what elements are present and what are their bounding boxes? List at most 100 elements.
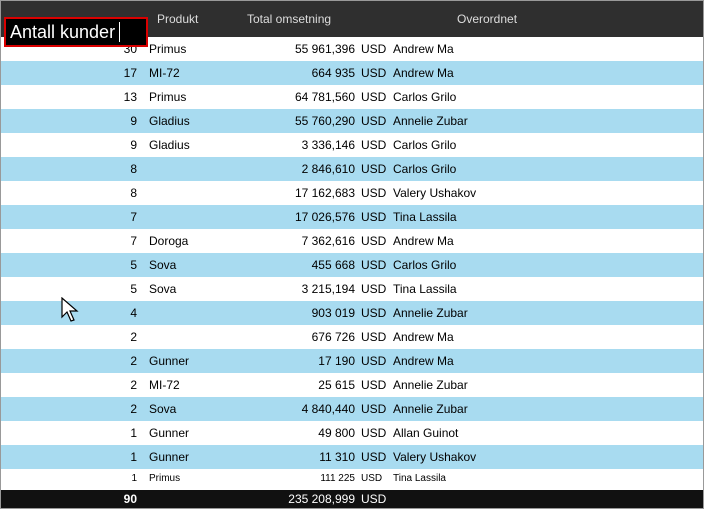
cell-count: 7: [1, 210, 149, 224]
cell-total: 3 336,146: [239, 138, 359, 152]
cell-currency: USD: [359, 306, 389, 320]
cell-count: 8: [1, 186, 149, 200]
table-row[interactable]: 7Doroga7 362,616USDAndrew Ma: [1, 229, 703, 253]
table-row[interactable]: 4903 019USDAnnelie Zubar: [1, 301, 703, 325]
table-row[interactable]: 2Sova4 840,440USDAnnelie Zubar: [1, 397, 703, 421]
cell-currency: USD: [359, 210, 389, 224]
cell-total: 55 961,396: [239, 42, 359, 56]
cell-over: Carlos Grilo: [389, 138, 703, 152]
cell-currency: USD: [359, 258, 389, 272]
cell-currency: USD: [359, 450, 389, 464]
table-row[interactable]: 8 17 162,683USDValery Ushakov: [1, 181, 703, 205]
cell-currency: USD: [359, 473, 389, 484]
table-row[interactable]: 7 17 026,576USDTina Lassila: [1, 205, 703, 229]
cell-total: 17 026,576: [239, 210, 359, 224]
header-count[interactable]: Antall kunder: [1, 15, 149, 23]
cell-total: 7 362,616: [239, 234, 359, 248]
table-row[interactable]: 2 676 726USDAndrew Ma: [1, 325, 703, 349]
cell-product: MI-72: [149, 66, 239, 80]
cell-total: 17 162,683: [239, 186, 359, 200]
table-header: Antall kunder Produkt Total omsetning Ov…: [1, 1, 703, 37]
cell-total: 11 310: [239, 450, 359, 464]
cell-count: 2: [1, 378, 149, 392]
cell-currency: USD: [359, 426, 389, 440]
cell-count: 2: [1, 402, 149, 416]
table-body: 30Primus55 961,396USDAndrew Ma17MI-72664…: [1, 37, 703, 492]
cell-count: 13: [1, 90, 149, 104]
cell-count: 9: [1, 114, 149, 128]
cell-over: Allan Guinot: [389, 426, 703, 440]
header-count-editbox[interactable]: Antall kunder: [4, 17, 148, 47]
table-row[interactable]: 9Gladius3 336,146USDCarlos Grilo: [1, 133, 703, 157]
cell-over: Carlos Grilo: [389, 258, 703, 272]
header-over[interactable]: Overordnet: [449, 8, 703, 30]
table-row[interactable]: 9Gladius55 760,290USDAnnelie Zubar: [1, 109, 703, 133]
cell-total: 25 615: [239, 378, 359, 392]
cell-total: 17 190: [239, 354, 359, 368]
table-row[interactable]: 1Gunner49 800USDAllan Guinot: [1, 421, 703, 445]
cell-total: 676 726: [239, 330, 359, 344]
cell-count: 17: [1, 66, 149, 80]
table-row[interactable]: 17MI-72664 935USDAndrew Ma: [1, 61, 703, 85]
table-row[interactable]: 5Sova3 215,194USDTina Lassila: [1, 277, 703, 301]
cell-currency: USD: [359, 330, 389, 344]
text-cursor-icon: [119, 22, 120, 42]
cell-product: Primus: [149, 473, 239, 484]
cell-over: Annelie Zubar: [389, 306, 703, 320]
cell-count: 2: [1, 330, 149, 344]
header-total[interactable]: Total omsetning: [239, 8, 449, 30]
cell-currency: USD: [359, 90, 389, 104]
cell-total: 4 840,440: [239, 402, 359, 416]
cell-over: Valery Ushakov: [389, 450, 703, 464]
cell-product: Primus: [149, 42, 239, 56]
cell-over: Andrew Ma: [389, 234, 703, 248]
cell-total: 2 846,610: [239, 162, 359, 176]
cell-total: 3 215,194: [239, 282, 359, 296]
table-row[interactable]: 2Gunner17 190USDAndrew Ma: [1, 349, 703, 373]
cell-count: 5: [1, 258, 149, 272]
cell-currency: USD: [359, 402, 389, 416]
cell-over: Carlos Grilo: [389, 90, 703, 104]
cell-currency: USD: [359, 114, 389, 128]
cell-product: Gunner: [149, 354, 239, 368]
table-row[interactable]: 2MI-7225 615USDAnnelie Zubar: [1, 373, 703, 397]
cell-currency: USD: [359, 378, 389, 392]
table-row[interactable]: 13Primus64 781,560USDCarlos Grilo: [1, 85, 703, 109]
cell-over: Andrew Ma: [389, 66, 703, 80]
cell-product: Gunner: [149, 426, 239, 440]
cell-over: Tina Lassila: [389, 282, 703, 296]
cell-count: 2: [1, 354, 149, 368]
table-row[interactable]: 5Sova455 668USDCarlos Grilo: [1, 253, 703, 277]
cell-over: Carlos Grilo: [389, 162, 703, 176]
cell-total: 64 781,560: [239, 90, 359, 104]
cell-count: 5: [1, 282, 149, 296]
cell-count: 1: [1, 450, 149, 464]
footer-count: 90: [1, 492, 149, 506]
cell-product: Gladius: [149, 114, 239, 128]
cell-over: Valery Ushakov: [389, 186, 703, 200]
cell-over: Andrew Ma: [389, 42, 703, 56]
table-row[interactable]: 1Primus111 225USDTina Lassila: [1, 469, 703, 487]
cell-over: Tina Lassila: [389, 473, 703, 484]
cell-over: Andrew Ma: [389, 330, 703, 344]
footer-total: 235 208,999: [239, 492, 359, 506]
header-product[interactable]: Produkt: [149, 8, 239, 30]
cell-over: Andrew Ma: [389, 354, 703, 368]
footer-currency: USD: [359, 492, 389, 506]
cell-currency: USD: [359, 354, 389, 368]
cell-total: 111 225: [239, 473, 359, 484]
cell-total: 49 800: [239, 426, 359, 440]
table-row[interactable]: 1Gunner11 310USDValery Ushakov: [1, 445, 703, 469]
cell-count: 7: [1, 234, 149, 248]
cell-product: Doroga: [149, 234, 239, 248]
cell-count: 9: [1, 138, 149, 152]
cell-over: Tina Lassila: [389, 210, 703, 224]
cell-currency: USD: [359, 186, 389, 200]
cell-product: Primus: [149, 90, 239, 104]
table-row[interactable]: 82 846,610USDCarlos Grilo: [1, 157, 703, 181]
cell-currency: USD: [359, 66, 389, 80]
cell-total: 55 760,290: [239, 114, 359, 128]
cell-product: Gunner: [149, 450, 239, 464]
cell-count: 8: [1, 162, 149, 176]
cell-product: Sova: [149, 258, 239, 272]
